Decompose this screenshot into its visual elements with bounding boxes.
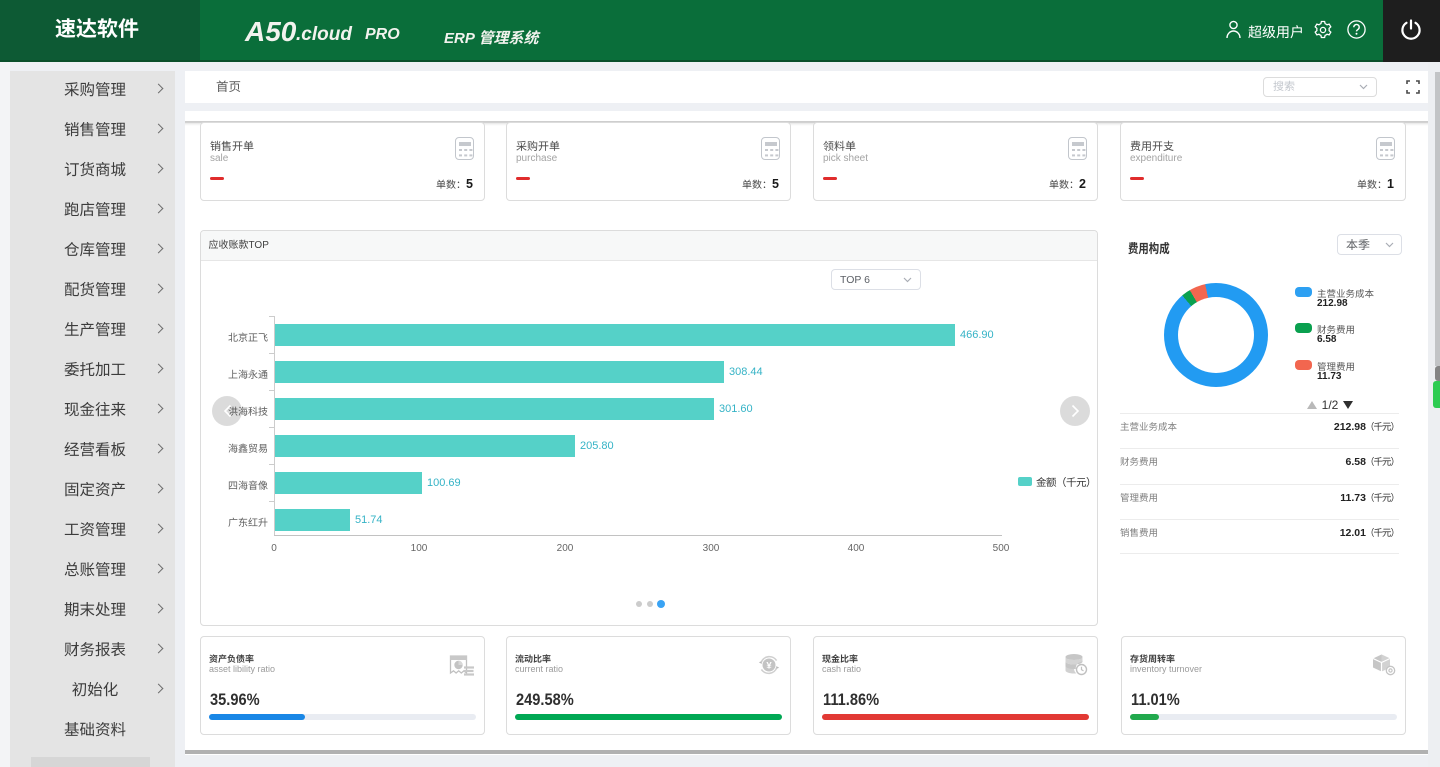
- svg-text:¥: ¥: [766, 661, 772, 672]
